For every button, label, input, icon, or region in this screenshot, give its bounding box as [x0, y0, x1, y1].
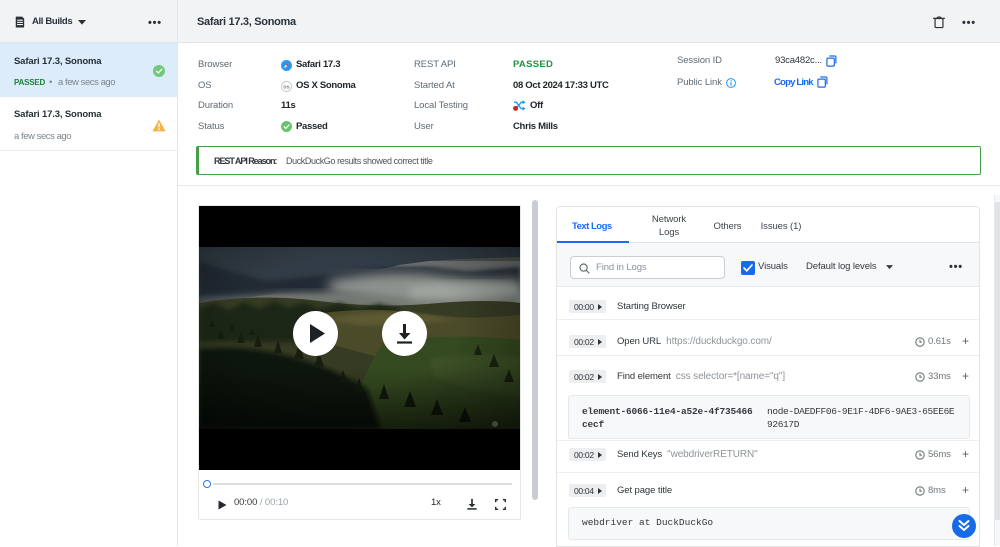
svg-text:os: os	[283, 85, 289, 91]
